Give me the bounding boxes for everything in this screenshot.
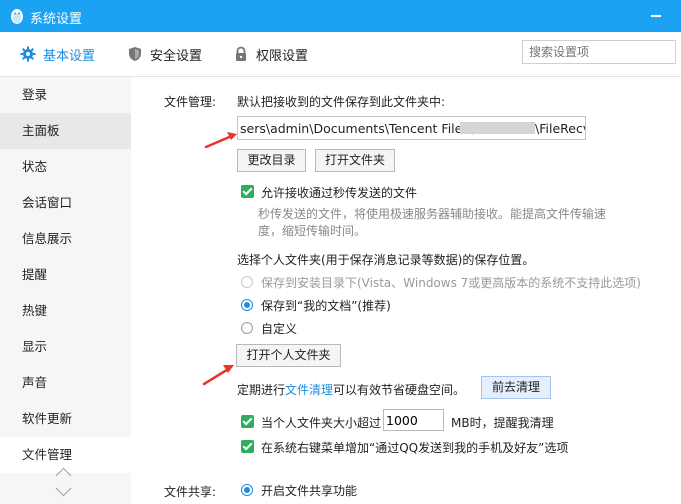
sidebar-item-main-panel[interactable]: 主面板 xyxy=(0,113,131,149)
sidebar-item-display[interactable]: 显示 xyxy=(0,329,131,365)
sidebar-item-login[interactable]: 登录 xyxy=(0,77,131,113)
context-menu-label: 在系统右键菜单增加“通过QQ发送到我的手机及好友”选项 xyxy=(261,441,569,455)
chevron-down-icon[interactable] xyxy=(55,480,72,497)
cleanup-suffix: 可以有效节省硬盘空间。 xyxy=(333,383,466,397)
file-cleanup-link[interactable]: 文件清理 xyxy=(285,383,333,397)
window-title: 系统设置 xyxy=(30,12,83,27)
radio-my-documents-label: 保存到“我的文档”(推荐) xyxy=(261,299,391,313)
enable-file-sharing-label: 开启文件共享功能 xyxy=(261,484,358,498)
sidebar-item-reminder[interactable]: 提醒 xyxy=(0,257,131,293)
sidebar-item-file-management[interactable]: 文件管理 xyxy=(0,437,131,473)
sidebar-item-status[interactable]: 状态 xyxy=(0,149,131,185)
open-folder-button[interactable]: 打开文件夹 xyxy=(315,149,395,172)
sidebar-item-label: 会话窗口 xyxy=(22,195,73,210)
file-management-section-label: 文件管理: xyxy=(164,95,217,109)
tab-security-settings[interactable]: 安全设置 xyxy=(127,32,202,76)
size-limit-field[interactable] xyxy=(383,409,444,431)
cleanup-prefix: 定期进行 xyxy=(237,383,286,397)
cleanup-tip: 定期进行文件清理可以有效节省硬盘空间。 xyxy=(237,381,465,398)
redacted-account-number xyxy=(460,122,535,134)
qq-penguin-icon xyxy=(11,9,23,24)
change-directory-button[interactable]: 更改目录 xyxy=(237,149,306,172)
sidebar-item-label: 文件管理 xyxy=(22,447,73,462)
save-location-description: 默认把接收到的文件保存到此文件夹中: xyxy=(237,95,446,109)
minimize-button[interactable] xyxy=(651,15,661,17)
red-arrow-annotation-icon xyxy=(202,365,234,386)
sidebar-item-label: 软件更新 xyxy=(22,411,73,426)
sidebar-item-chat-window[interactable]: 会话窗口 xyxy=(0,185,131,221)
red-arrow-annotation-icon xyxy=(204,132,237,149)
radio-install-dir-label: 保存到安装目录下(Vista、Windows 7或更高版本的系统不支持此选项) xyxy=(261,276,641,290)
radio-my-documents[interactable] xyxy=(241,299,253,311)
sidebar-item-label: 显示 xyxy=(22,339,48,354)
tab-permission-settings[interactable]: 权限设置 xyxy=(233,32,308,76)
personal-folder-description: 选择个人文件夹(用于保存消息记录等数据)的保存位置。 xyxy=(237,253,535,267)
sidebar-item-label: 信息展示 xyxy=(22,231,73,246)
size-limit-checkbox[interactable] xyxy=(241,415,254,428)
gear-icon xyxy=(20,46,36,62)
tab-basic-settings[interactable]: 基本设置 xyxy=(20,32,95,76)
sidebar-item-label: 登录 xyxy=(22,87,48,102)
allow-flash-transfer-checkbox[interactable] xyxy=(241,185,254,198)
tab-label: 权限设置 xyxy=(256,48,309,64)
sidebar-item-label: 主面板 xyxy=(22,123,60,138)
search-box[interactable] xyxy=(522,40,680,64)
radio-install-dir[interactable] xyxy=(241,276,253,288)
go-clean-button[interactable]: 前去清理 xyxy=(481,376,551,399)
size-limit-input[interactable] xyxy=(386,411,441,429)
shield-icon xyxy=(129,47,141,61)
sidebar-item-software-update[interactable]: 软件更新 xyxy=(0,401,131,437)
sidebar-item-label: 热键 xyxy=(22,303,48,318)
sidebar-item-sound[interactable]: 声音 xyxy=(0,365,131,401)
tab-label: 安全设置 xyxy=(150,48,203,64)
radio-custom-label: 自定义 xyxy=(261,322,298,336)
radio-custom[interactable] xyxy=(241,322,253,334)
sidebar-item-label: 状态 xyxy=(22,159,48,174)
size-limit-suffix: MB时，提醒我清理 xyxy=(451,416,554,430)
open-personal-folder-button[interactable]: 打开个人文件夹 xyxy=(236,344,341,367)
flash-transfer-description-cont: 度，缩短传输时间。 xyxy=(258,224,367,238)
lock-icon xyxy=(236,46,246,61)
search-input[interactable] xyxy=(526,42,680,62)
allow-flash-transfer-label: 允许接收通过秒传发送的文件 xyxy=(261,186,418,200)
download-path-start: sers\admin\Documents\Tencent Files\ xyxy=(240,121,474,136)
sidebar-item-hotkeys[interactable]: 热键 xyxy=(0,293,131,329)
file-sharing-section-label: 文件共享: xyxy=(164,485,217,499)
title-bar: 系统设置 xyxy=(0,0,681,32)
download-path-field[interactable]: sers\admin\Documents\Tencent Files\ \Fil… xyxy=(237,116,586,140)
download-path-end: \FileRecv\ xyxy=(535,121,585,136)
sidebar-item-info-display[interactable]: 信息展示 xyxy=(0,221,131,257)
context-menu-checkbox[interactable] xyxy=(241,440,254,453)
radio-enable-file-sharing[interactable] xyxy=(241,484,253,496)
tab-label: 基本设置 xyxy=(43,48,96,64)
sidebar-item-label: 提醒 xyxy=(22,267,48,282)
sidebar-item-label: 声音 xyxy=(22,375,48,390)
sidebar: 登录 主面板 状态 会话窗口 信息展示 提醒 热键 显示 声音 软件更新 文件管… xyxy=(0,77,131,504)
size-limit-label: 当个人文件夹大小超过 xyxy=(261,416,382,430)
flash-transfer-description: 秒传发送的文件，将使用极速服务器辅助接收。能提高文件传输速 xyxy=(258,207,607,221)
